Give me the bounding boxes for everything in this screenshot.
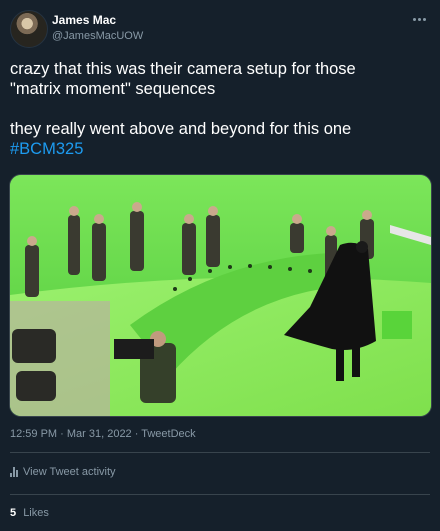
author-display-name[interactable]: James Mac bbox=[52, 13, 116, 27]
bar-chart-icon bbox=[10, 467, 18, 477]
tweet-line: crazy that this was their camera setup f… bbox=[10, 60, 356, 78]
view-tweet-activity-button[interactable]: View Tweet activity bbox=[10, 466, 116, 478]
green-screen-set-photo bbox=[10, 175, 431, 416]
divider bbox=[10, 452, 430, 453]
divider bbox=[10, 494, 430, 495]
tweet-photo[interactable] bbox=[9, 174, 432, 417]
tweet-line: "matrix moment" sequences bbox=[10, 80, 216, 98]
tweet-timestamp[interactable]: 12:59 PM · Mar 31, 2022 · TweetDeck bbox=[10, 428, 196, 440]
likes-count: 5 bbox=[10, 507, 17, 519]
likes-stat[interactable]: 5 Likes bbox=[10, 507, 49, 519]
hashtag-link[interactable]: #BCM325 bbox=[10, 140, 83, 158]
view-activity-label: View Tweet activity bbox=[23, 466, 116, 478]
author-handle[interactable]: @JamesMacUOW bbox=[52, 29, 143, 43]
tweet-header: James Mac @JamesMacUOW bbox=[10, 10, 430, 50]
tweet-line: they really went above and beyond for th… bbox=[10, 120, 352, 138]
likes-label: Likes bbox=[23, 507, 49, 519]
more-options-icon[interactable] bbox=[408, 10, 430, 28]
avatar[interactable] bbox=[10, 10, 48, 48]
tweet-text: crazy that this was their camera setup f… bbox=[10, 59, 430, 159]
